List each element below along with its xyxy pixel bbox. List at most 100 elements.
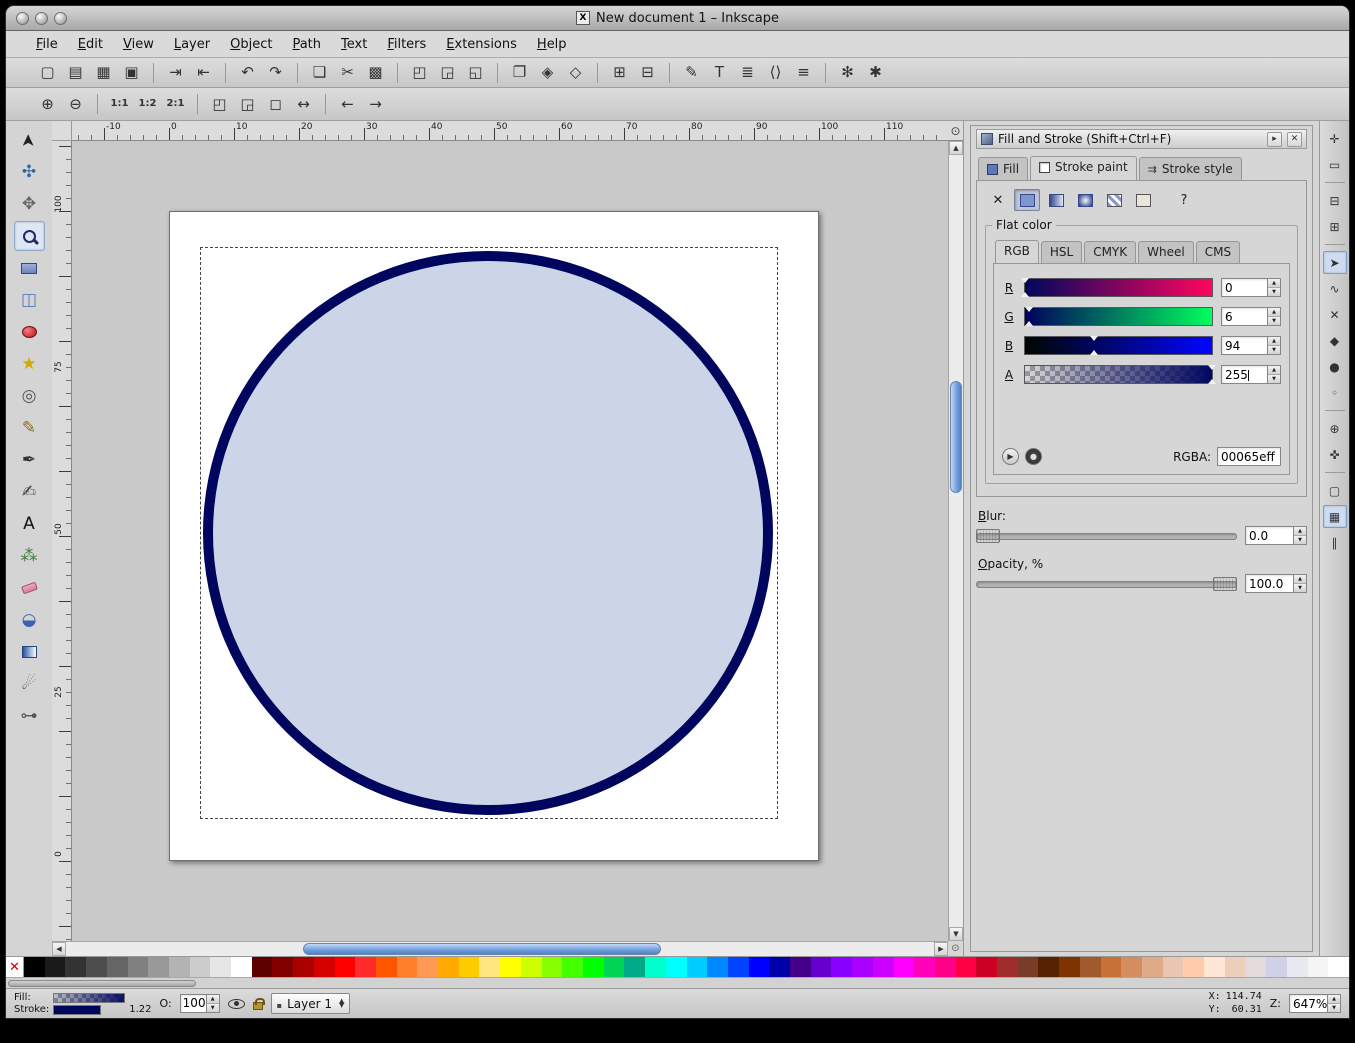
palette-swatch[interactable] [24, 957, 45, 977]
palette-swatch[interactable] [500, 957, 521, 977]
scroll-down-button[interactable] [949, 927, 963, 941]
snap-intersections-button[interactable]: ✕ [1323, 303, 1347, 326]
blur-spin-up-button[interactable] [1294, 527, 1306, 535]
palette-swatch[interactable] [521, 957, 542, 977]
scroll-right-button[interactable] [934, 942, 948, 956]
palette-swatch[interactable] [956, 957, 977, 977]
palette-swatch[interactable] [479, 957, 500, 977]
zoom-to-drawing-button[interactable]: ◲ [434, 60, 461, 85]
palette-swatch[interactable] [1183, 957, 1204, 977]
blur-spin-down-button[interactable] [1294, 535, 1306, 544]
snap-cusp-nodes-button[interactable]: ◆ [1323, 329, 1347, 352]
layers-dialog-button[interactable]: ≣ [734, 60, 761, 85]
palette-swatch[interactable] [252, 957, 273, 977]
menu-view[interactable]: View [113, 33, 164, 56]
layer-lock-icon[interactable] [253, 1002, 263, 1010]
rgba-input[interactable]: 00065eff [1217, 447, 1281, 466]
palette-swatch[interactable] [1204, 957, 1225, 977]
gradient-tool-button[interactable] [14, 637, 45, 667]
palette-swatch[interactable] [997, 957, 1018, 977]
dropper-tool-button[interactable]: ☄ [14, 669, 45, 699]
opacity-spin-up-button[interactable] [1294, 575, 1306, 583]
palette-swatch[interactable] [355, 957, 376, 977]
unknown-paint-button[interactable]: ? [1171, 189, 1197, 211]
paint-bucket-tool-button[interactable]: ◒ [14, 605, 45, 635]
menu-file[interactable]: File [26, 33, 68, 56]
scroll-up-button[interactable] [949, 141, 963, 155]
color-picker-button[interactable]: ▶ [1002, 448, 1019, 465]
palette-swatch[interactable] [604, 957, 625, 977]
palette-swatch[interactable] [749, 957, 770, 977]
canvas[interactable] [72, 141, 948, 941]
palette-swatch[interactable] [1018, 957, 1039, 977]
palette-swatch[interactable] [542, 957, 563, 977]
vertical-ruler[interactable]: 1007550250 [52, 141, 72, 941]
zoom-out-button[interactable]: ⊖ [62, 91, 89, 118]
layer-visibility-icon[interactable] [228, 999, 245, 1009]
alpha-channel-input[interactable]: 255 [1221, 365, 1268, 384]
blur-slider-trough[interactable] [976, 533, 1237, 540]
blue-channel-input[interactable]: 94 [1221, 336, 1268, 355]
palette-swatch[interactable] [1163, 957, 1184, 977]
palette-swatch[interactable] [65, 957, 86, 977]
snap-object-centers-button[interactable]: ⊕ [1323, 417, 1347, 440]
snap-guides-button[interactable]: ∥ [1323, 531, 1347, 554]
palette-swatch[interactable] [914, 957, 935, 977]
palette-swatch[interactable] [148, 957, 169, 977]
align-dialog-button[interactable]: ≡ [790, 60, 817, 85]
ungroup-button[interactable]: ⊟ [634, 60, 661, 85]
palette-scrollbar-thumb[interactable] [8, 980, 196, 987]
palette-swatch[interactable] [624, 957, 645, 977]
palette-scrollbar[interactable] [6, 977, 1349, 988]
star-tool-button[interactable]: ★ [14, 349, 45, 379]
zoom-input[interactable]: 647% [1289, 994, 1328, 1013]
snap-master-button[interactable]: ✛ [1323, 127, 1347, 150]
alpha-spin-down-button[interactable] [1268, 374, 1280, 383]
linear-gradient-button[interactable] [1043, 189, 1069, 211]
palette-swatch[interactable] [666, 957, 687, 977]
text-dialog-button[interactable]: T [706, 60, 733, 85]
dialog-close-button[interactable] [1287, 132, 1302, 147]
palette-swatch[interactable] [169, 957, 190, 977]
menu-extensions[interactable]: Extensions [436, 33, 527, 56]
blur-input[interactable]: 0.0 [1245, 526, 1294, 545]
blur-slider[interactable] [976, 528, 1237, 544]
red-channel-input[interactable]: 0 [1221, 278, 1268, 297]
palette-swatch[interactable] [438, 957, 459, 977]
palette-swatch[interactable] [272, 957, 293, 977]
palette-swatch[interactable] [873, 957, 894, 977]
color-tab-rgb[interactable]: RGB [995, 240, 1039, 263]
text-tool-button[interactable]: A [14, 509, 45, 539]
snap-grid-button[interactable]: ▦ [1323, 505, 1347, 528]
fill-stroke-dialog-titlebar[interactable]: Fill and Stroke (Shift+Ctrl+F) [976, 129, 1307, 149]
preferences-button[interactable]: ✻ [834, 60, 861, 85]
palette-swatch[interactable] [852, 957, 873, 977]
palette-swatch[interactable] [1038, 957, 1059, 977]
horizontal-scrollbar[interactable] [52, 941, 948, 956]
open-document-button[interactable]: ▤ [62, 60, 89, 85]
tweak-tool-button[interactable]: ✥ [14, 189, 45, 219]
snap-bounding-box-button[interactable]: ▭ [1323, 153, 1347, 176]
palette-swatch[interactable] [728, 957, 749, 977]
drawn-ellipse[interactable] [203, 251, 773, 815]
blur-slider-thumb[interactable] [976, 529, 1000, 543]
snap-bbox-corners-button[interactable]: ⊞ [1323, 215, 1347, 238]
palette-swatch[interactable] [1225, 957, 1246, 977]
undo-button[interactable]: ↶ [234, 60, 261, 85]
palette-swatch[interactable] [1266, 957, 1287, 977]
alpha-channel-slider[interactable] [1024, 365, 1213, 384]
minimize-window-button[interactable] [35, 12, 48, 25]
palette-swatch[interactable] [790, 957, 811, 977]
palette-swatch[interactable] [293, 957, 314, 977]
opacity-spin-down-button[interactable] [1294, 583, 1306, 592]
palette-swatch[interactable] [1328, 957, 1349, 977]
window-titlebar[interactable]: New document 1 – Inkscape [6, 6, 1349, 31]
snap-smooth-nodes-button[interactable]: ● [1323, 355, 1347, 378]
green-channel-input[interactable]: 6 [1221, 307, 1268, 326]
palette-swatch[interactable] [1287, 957, 1308, 977]
close-window-button[interactable] [16, 12, 29, 25]
palette-swatch[interactable] [769, 957, 790, 977]
horizontal-scrollbar-thumb[interactable] [303, 943, 661, 955]
selector-tool-button[interactable]: ➤ [14, 125, 45, 155]
zoom-selection-button[interactable]: ◰ [206, 91, 233, 118]
